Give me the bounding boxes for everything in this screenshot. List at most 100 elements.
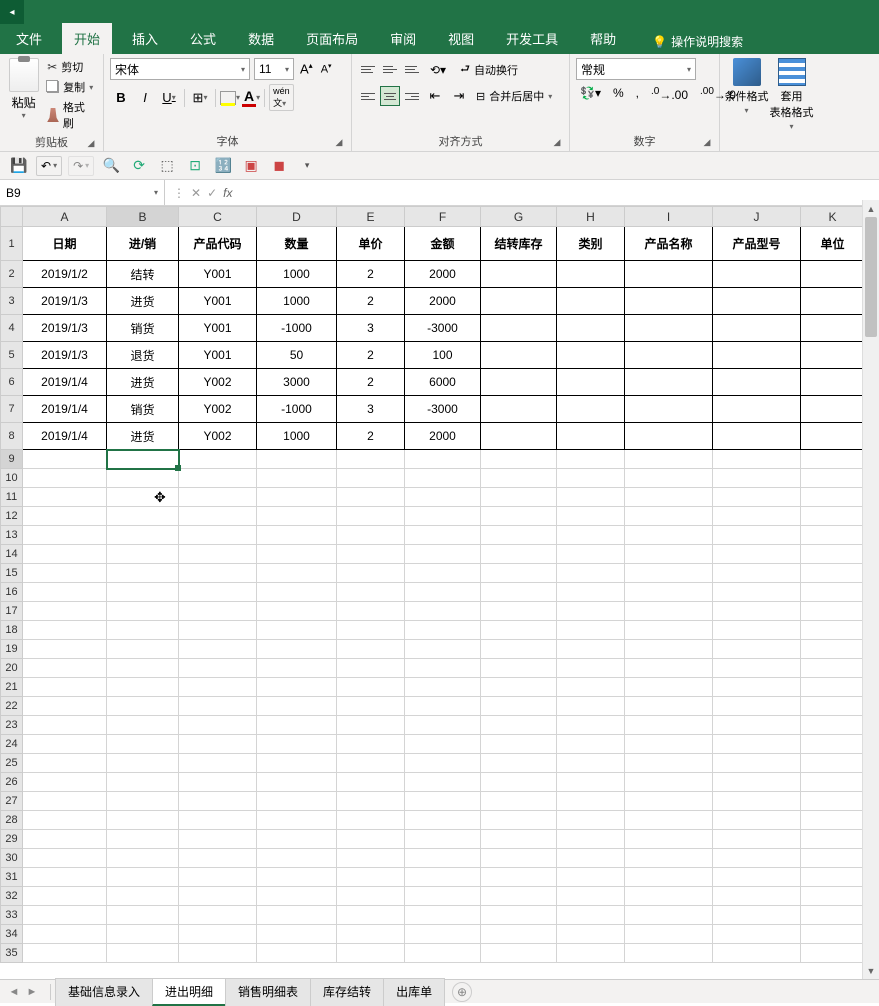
cell[interactable] [257,640,337,659]
cell[interactable] [481,716,557,735]
column-header[interactable]: J [713,207,801,227]
cell[interactable] [481,849,557,868]
cell[interactable] [405,564,481,583]
sheet-tab[interactable]: 销售明细表 [225,978,311,1006]
cell[interactable]: -3000 [405,315,481,342]
cell[interactable] [23,507,107,526]
cell[interactable] [337,697,405,716]
bold-button[interactable]: B [110,87,132,109]
cell[interactable] [625,469,713,488]
cell[interactable] [405,507,481,526]
cell[interactable] [337,887,405,906]
cell[interactable] [337,868,405,887]
cell[interactable] [23,830,107,849]
cell[interactable] [713,925,801,944]
cell[interactable] [625,792,713,811]
copy-button[interactable]: 复制▾ [45,78,97,96]
cell[interactable] [179,906,257,925]
row-header[interactable]: 1 [1,227,23,261]
cell[interactable] [801,545,865,564]
cell[interactable] [713,288,801,315]
cell[interactable] [481,830,557,849]
cell[interactable]: 结转库存 [481,227,557,261]
row-header[interactable]: 7 [1,396,23,423]
cell[interactable] [107,526,179,545]
cell[interactable] [481,526,557,545]
cell[interactable]: Y001 [179,261,257,288]
cell[interactable] [625,564,713,583]
cell[interactable] [23,792,107,811]
cell[interactable] [625,396,713,423]
cell[interactable]: 50 [257,342,337,369]
cell[interactable] [481,342,557,369]
cell[interactable] [481,583,557,602]
cell[interactable] [625,868,713,887]
cell[interactable] [257,735,337,754]
cell[interactable] [337,830,405,849]
cell[interactable] [107,716,179,735]
cell[interactable] [107,469,179,488]
cell[interactable] [23,754,107,773]
cell[interactable] [107,564,179,583]
cell[interactable] [801,906,865,925]
cell[interactable] [801,602,865,621]
cell[interactable]: 2000 [405,261,481,288]
merge-center-button[interactable]: ⊟合并后居中▾ [472,86,556,106]
cell[interactable]: -1000 [257,315,337,342]
cell[interactable]: 1000 [257,261,337,288]
cell[interactable] [625,773,713,792]
cell[interactable]: 3 [337,315,405,342]
menu-layout[interactable]: 页面布局 [294,23,370,54]
cell[interactable] [107,754,179,773]
stop-button[interactable]: ◼ [268,155,290,177]
row-header[interactable]: 16 [1,583,23,602]
vertical-scrollbar[interactable]: ▲ ▼ [862,200,879,979]
cell[interactable] [625,906,713,925]
cell[interactable] [557,830,625,849]
cell[interactable] [557,754,625,773]
cell[interactable] [179,925,257,944]
cell[interactable] [557,735,625,754]
cell[interactable] [405,488,481,507]
indent-increase-button[interactable]: ⇥ [448,85,470,107]
cell[interactable] [405,545,481,564]
cell[interactable] [257,906,337,925]
cell[interactable] [481,507,557,526]
row-header[interactable]: 5 [1,342,23,369]
cell[interactable] [405,849,481,868]
group-expand-icon[interactable]: ◢ [85,138,97,150]
cell[interactable] [107,507,179,526]
cell[interactable] [713,906,801,925]
column-header[interactable]: A [23,207,107,227]
cell[interactable] [405,906,481,925]
cell[interactable] [801,697,865,716]
cell[interactable] [625,640,713,659]
cell[interactable]: 单价 [337,227,405,261]
cell[interactable]: 类别 [557,227,625,261]
cell[interactable] [257,792,337,811]
cell[interactable]: 结转 [107,261,179,288]
row-header[interactable]: 8 [1,423,23,450]
cell[interactable] [405,868,481,887]
cell[interactable] [107,678,179,697]
cell[interactable] [557,261,625,288]
column-header[interactable]: K [801,207,865,227]
cell[interactable] [107,944,179,963]
cell[interactable]: Y002 [179,396,257,423]
cell[interactable] [557,716,625,735]
cell[interactable] [179,602,257,621]
cell[interactable] [625,944,713,963]
cell[interactable] [801,754,865,773]
cell[interactable] [405,469,481,488]
cell[interactable] [481,868,557,887]
cell[interactable] [257,830,337,849]
cell[interactable] [713,526,801,545]
filter-button[interactable]: 🔢 [212,155,234,177]
cell[interactable] [557,469,625,488]
cell[interactable] [405,792,481,811]
cell[interactable] [107,488,179,507]
cell[interactable] [625,545,713,564]
cell[interactable]: 2 [337,423,405,450]
cell[interactable] [179,887,257,906]
cell[interactable] [107,659,179,678]
